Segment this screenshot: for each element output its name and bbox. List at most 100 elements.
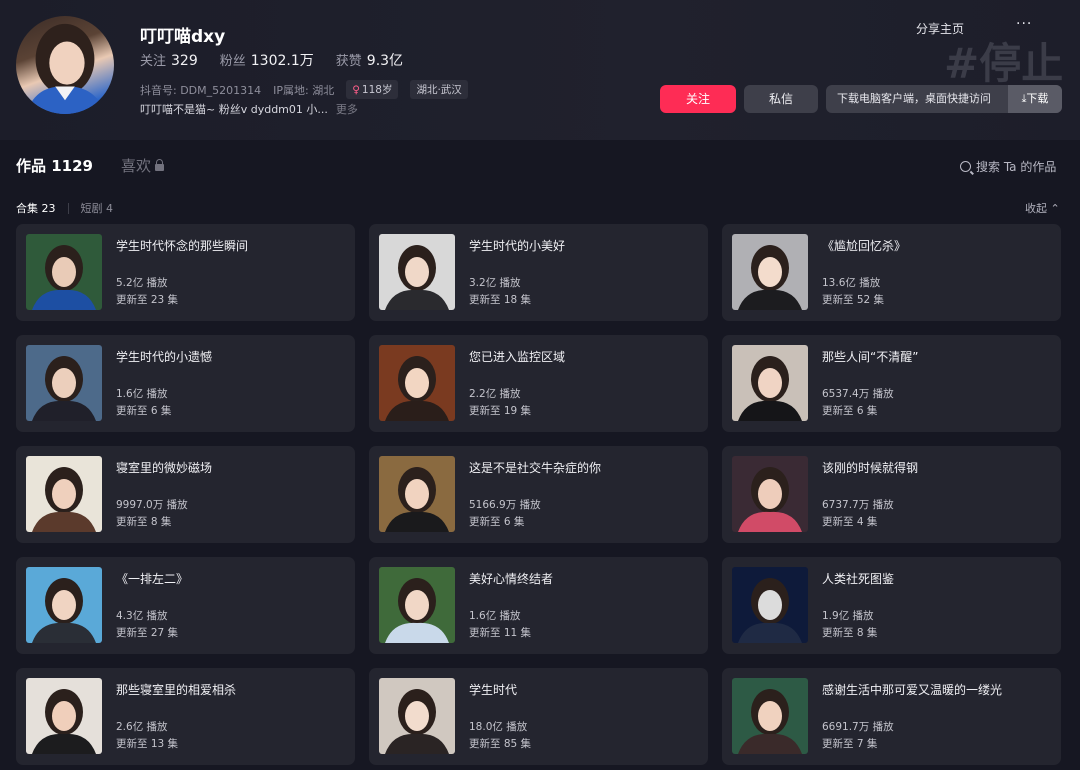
collection-episode-count: 更新至 52 集	[822, 294, 885, 306]
collection-card[interactable]: 学生时代的小美好 3.2亿 播放 更新至 18 集	[369, 224, 708, 321]
collection-play-count: 18.0亿 播放	[469, 721, 528, 733]
collapse-button[interactable]: 收起 ⌃	[1025, 200, 1060, 216]
collection-thumbnail	[379, 678, 455, 754]
search-works-button[interactable]: 搜索 Ta 的作品	[960, 158, 1056, 175]
fans-stat[interactable]: 粉丝 1302.1万	[220, 50, 314, 70]
collection-card[interactable]: 这是不是社交牛杂症的你 5166.9万 播放 更新至 6 集	[369, 446, 708, 543]
thumbnail-image	[379, 345, 455, 421]
collection-card[interactable]: 学生时代 18.0亿 播放 更新至 85 集	[369, 668, 708, 765]
collection-thumbnail	[26, 567, 102, 643]
collection-thumbnail	[26, 456, 102, 532]
collection-thumbnail	[379, 345, 455, 421]
collection-card[interactable]: 感谢生活中那可爱又温暖的一缕光 6691.7万 播放 更新至 7 集	[722, 668, 1061, 765]
collection-thumbnail	[26, 678, 102, 754]
ip-location: IP属地: 湖北	[273, 83, 335, 97]
gender-icon: ♀	[352, 84, 360, 96]
collection-title: 美好心情终结者	[469, 572, 554, 586]
nickname: 叮叮喵dxy	[140, 27, 226, 47]
download-button[interactable]: ⤓下载	[1008, 85, 1062, 113]
collection-card[interactable]: 美好心情终结者 1.6亿 播放 更新至 11 集	[369, 557, 708, 654]
collection-episode-count: 更新至 6 集	[469, 516, 525, 528]
search-icon	[960, 161, 971, 172]
tab-works[interactable]: 作品 1129	[16, 155, 93, 176]
profile-header: 叮叮喵dxy 关注 329 粉丝 1302.1万 获赞 9.3亿 抖音号: DDM_5…	[0, 0, 1080, 140]
collection-thumbnail	[732, 678, 808, 754]
collection-episode-count: 更新至 19 集	[469, 405, 532, 417]
collection-thumbnail	[26, 345, 102, 421]
avatar-image	[25, 23, 107, 114]
collection-play-count: 1.6亿 播放	[116, 388, 168, 400]
collection-title: 您已进入监控区域	[469, 350, 566, 364]
collection-play-count: 5.2亿 播放	[116, 277, 168, 289]
collection-title: 那些寝室里的相爱相杀	[116, 683, 237, 697]
collection-play-count: 9997.0万 播放	[116, 499, 188, 511]
download-client-banner[interactable]: 下载电脑客户端，桌面快捷访问 ⤓下载	[826, 85, 1062, 113]
collection-title: 那些人间“不清醒”	[822, 350, 919, 364]
collection-title: 感谢生活中那可爱又温暖的一缕光	[822, 683, 1003, 697]
profile-tabs: 作品 1129 喜欢	[16, 155, 164, 176]
collection-thumbnail	[732, 345, 808, 421]
collection-title: 学生时代的小美好	[469, 239, 566, 253]
subtab-divider	[67, 202, 69, 214]
profile-stats: 关注 329 粉丝 1302.1万 获赞 9.3亿	[140, 50, 403, 70]
collection-card[interactable]: 那些寝室里的相爱相杀 2.6亿 播放 更新至 13 集	[16, 668, 355, 765]
message-button[interactable]: 私信	[744, 85, 818, 113]
collection-card[interactable]: 《一排左二》 4.3亿 播放 更新至 27 集	[16, 557, 355, 654]
thumbnail-image	[732, 678, 808, 754]
collection-title: 学生时代怀念的那些瞬间	[116, 239, 249, 253]
collection-title: 学生时代	[469, 683, 518, 697]
collection-title: 这是不是社交牛杂症的你	[469, 461, 602, 475]
collection-episode-count: 更新至 8 集	[116, 516, 172, 528]
collection-episode-count: 更新至 7 集	[822, 738, 878, 750]
collection-thumbnail	[379, 234, 455, 310]
thumbnail-image	[379, 678, 455, 754]
bio-more-link[interactable]: 更多	[336, 103, 358, 116]
download-client-text: 下载电脑客户端，桌面快捷访问	[837, 92, 991, 105]
collection-card[interactable]: 那些人间“不清醒” 6537.4万 播放 更新至 6 集	[722, 335, 1061, 432]
collection-card[interactable]: 寝室里的微妙磁场 9997.0万 播放 更新至 8 集	[16, 446, 355, 543]
thumbnail-image	[732, 456, 808, 532]
collection-episode-count: 更新至 4 集	[822, 516, 878, 528]
collection-card[interactable]: 学生时代怀念的那些瞬间 5.2亿 播放 更新至 23 集	[16, 224, 355, 321]
bio: 叮叮喵不是猫~ 粉丝v dyddm01 小... 更多	[140, 103, 358, 116]
subtabs: 合集 23 短剧 4	[16, 200, 113, 216]
thumbnail-image	[379, 456, 455, 532]
collection-play-count: 1.9亿 播放	[822, 610, 874, 622]
thumbnail-image	[379, 234, 455, 310]
profile-meta: 抖音号: DDM_5201314 IP属地: 湖北 ♀ 118岁 湖北·武汉	[140, 80, 468, 99]
thumbnail-image	[26, 567, 102, 643]
collection-episode-count: 更新至 23 集	[116, 294, 179, 306]
collection-episode-count: 更新至 85 集	[469, 738, 532, 750]
collection-grid: 学生时代怀念的那些瞬间 5.2亿 播放 更新至 23 集 学生时代的小美好 3.2亿 播…	[16, 224, 1062, 765]
collection-thumbnail	[732, 234, 808, 310]
collection-card[interactable]: 人类社死图鉴 1.9亿 播放 更新至 8 集	[722, 557, 1061, 654]
collection-thumbnail	[26, 234, 102, 310]
collection-title: 该刚的时候就得钢	[822, 461, 919, 475]
thumbnail-image	[379, 567, 455, 643]
lock-icon	[155, 159, 164, 171]
collection-card[interactable]: 该刚的时候就得钢 6737.7万 播放 更新至 4 集	[722, 446, 1061, 543]
subtab-dramas[interactable]: 短剧 4	[81, 200, 114, 216]
thumbnail-image	[26, 678, 102, 754]
collection-episode-count: 更新至 8 集	[822, 627, 878, 639]
likes-stat: 获赞 9.3亿	[335, 53, 404, 69]
douyin-id: 抖音号: DDM_5201314	[140, 83, 262, 97]
tab-likes[interactable]: 喜欢	[121, 155, 164, 176]
collection-card[interactable]: 《尴尬回忆杀》 13.6亿 播放 更新至 52 集	[722, 224, 1061, 321]
thumbnail-image	[732, 234, 808, 310]
collection-episode-count: 更新至 6 集	[822, 405, 878, 417]
collection-play-count: 2.2亿 播放	[469, 388, 521, 400]
collection-thumbnail	[379, 456, 455, 532]
collection-episode-count: 更新至 11 集	[469, 627, 532, 639]
thumbnail-image	[26, 234, 102, 310]
collection-thumbnail	[379, 567, 455, 643]
collection-play-count: 13.6亿 播放	[822, 277, 881, 289]
collection-play-count: 4.3亿 播放	[116, 610, 168, 622]
collection-card[interactable]: 学生时代的小遗憾 1.6亿 播放 更新至 6 集	[16, 335, 355, 432]
avatar[interactable]	[16, 16, 114, 114]
following-stat[interactable]: 关注 329	[140, 50, 198, 70]
collection-title: 《尴尬回忆杀》	[822, 239, 907, 253]
subtab-collections[interactable]: 合集 23	[16, 200, 56, 216]
collection-card[interactable]: 您已进入监控区域 2.2亿 播放 更新至 19 集	[369, 335, 708, 432]
follow-button[interactable]: 关注	[660, 85, 736, 113]
